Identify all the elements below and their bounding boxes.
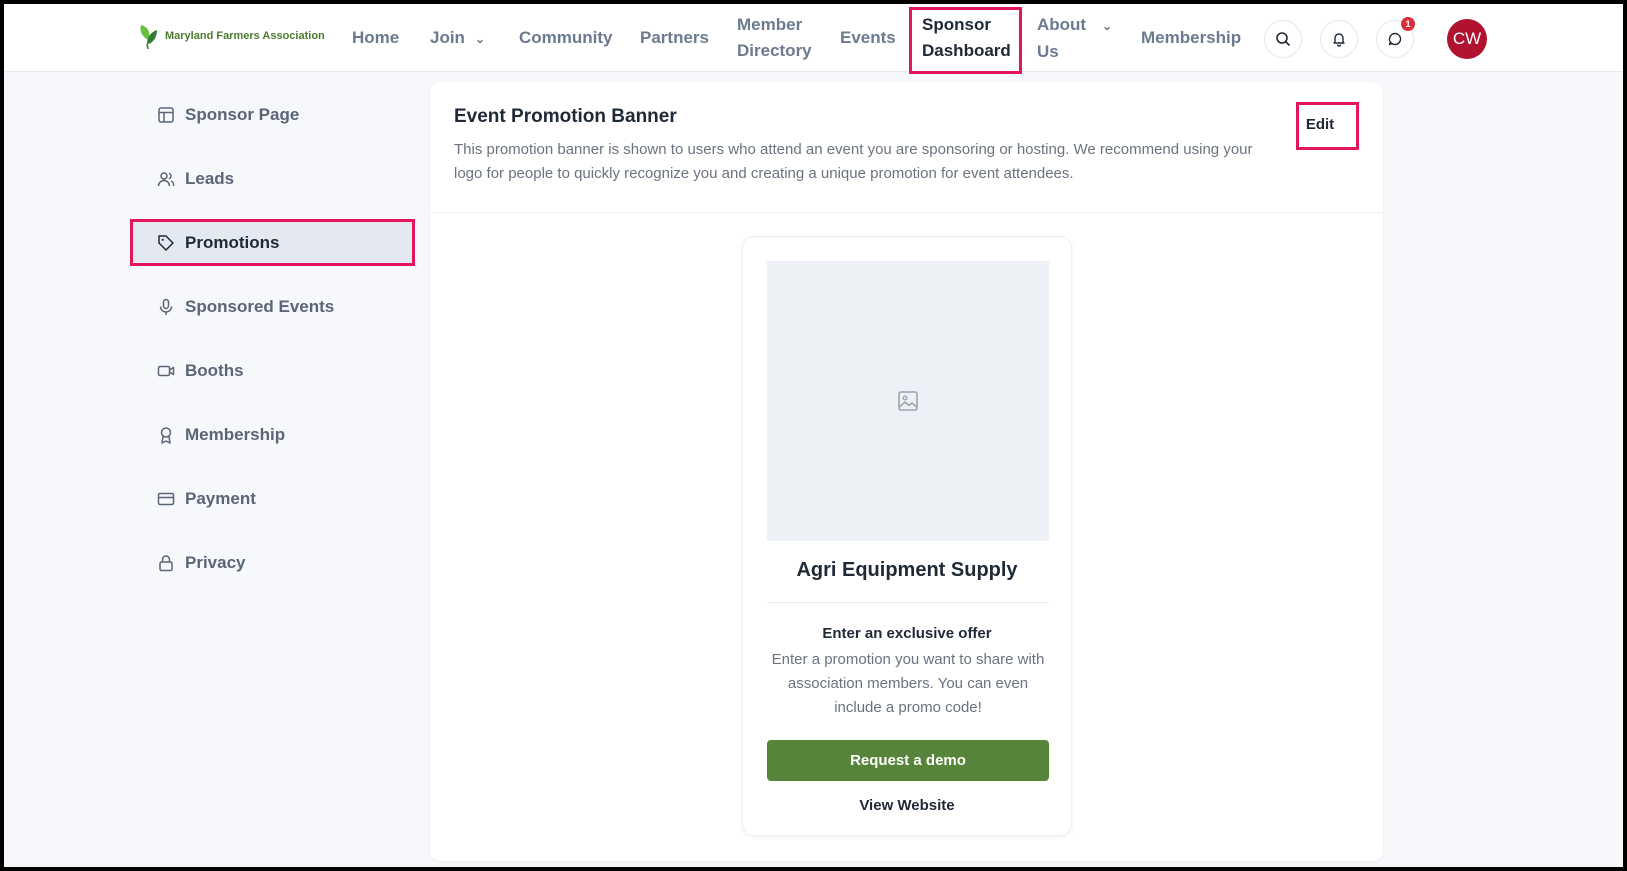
offer-title: Enter an exclusive offer bbox=[822, 625, 992, 642]
sidebar-item-label: Booths bbox=[185, 361, 244, 380]
chevron-down-icon: ⌄ bbox=[474, 31, 486, 46]
view-website-link[interactable]: View Website bbox=[743, 797, 1071, 814]
nav-join[interactable]: Join ⌄ bbox=[430, 25, 485, 52]
edit-button[interactable]: Edit bbox=[1292, 104, 1348, 144]
page-description: This promotion banner is shown to users … bbox=[454, 141, 1253, 182]
nav-community[interactable]: Community bbox=[519, 25, 613, 51]
sidebar-item-privacy[interactable]: Privacy bbox=[131, 541, 414, 585]
nav-member-directory-line1: Member bbox=[737, 15, 803, 34]
nav-join-label: Join bbox=[430, 28, 465, 47]
nav-sponsor-dashboard-line2: Dashboard bbox=[922, 41, 1011, 60]
search-icon bbox=[1276, 32, 1290, 46]
search-button[interactable] bbox=[1264, 20, 1302, 58]
leaf-logo-icon bbox=[140, 25, 157, 50]
sidebar-item-booths[interactable]: Booths bbox=[131, 349, 414, 393]
sidebar-item-membership[interactable]: Membership bbox=[131, 413, 414, 457]
offer-description: Enter a promotion you want to share with… bbox=[771, 651, 1045, 716]
credit-card-icon bbox=[157, 492, 175, 506]
nav-about-us[interactable]: About ⌄ Us bbox=[1037, 12, 1112, 65]
sidebar-item-label: Sponsored Events bbox=[185, 297, 335, 316]
chevron-down-icon: ⌄ bbox=[1102, 18, 1113, 33]
app-frame: Maryland Farmers Association Home Join ⌄ … bbox=[0, 0, 1627, 871]
message-count-badge: 1 bbox=[1401, 17, 1415, 31]
promotion-preview: Agri Equipment Supply Enter an exclusive… bbox=[742, 236, 1072, 836]
nav-sponsor-dashboard[interactable]: Sponsor Dashboard bbox=[922, 12, 1011, 64]
messages-button[interactable]: 1 bbox=[1376, 17, 1415, 58]
sidebar-item-label: Membership bbox=[185, 425, 286, 444]
nav-events[interactable]: Events bbox=[840, 25, 896, 51]
award-icon bbox=[160, 427, 172, 444]
sidebar-item-leads[interactable]: Leads bbox=[131, 157, 414, 201]
promotion-banner-card: Event Promotion Banner This promotion ba… bbox=[430, 82, 1383, 861]
promo-divider bbox=[767, 602, 1049, 603]
video-icon bbox=[157, 365, 175, 377]
sidebar-item-label: Leads bbox=[185, 169, 235, 188]
microphone-icon bbox=[159, 298, 173, 315]
sidebar-item-sponsor-page[interactable]: Sponsor Page bbox=[131, 93, 414, 137]
nav-member-directory[interactable]: Member Directory bbox=[737, 12, 812, 64]
nav-sponsor-dashboard-line1: Sponsor bbox=[922, 15, 991, 34]
request-demo-button[interactable]: Request a demo bbox=[767, 740, 1049, 781]
chat-icon bbox=[1388, 32, 1402, 46]
layout-icon bbox=[158, 107, 174, 123]
company-name: Agri Equipment Supply bbox=[796, 559, 1018, 581]
lock-icon bbox=[159, 555, 173, 572]
page-title: Event Promotion Banner bbox=[454, 106, 677, 127]
sidebar-item-label: Promotions bbox=[185, 233, 280, 252]
nav-membership[interactable]: Membership bbox=[1141, 25, 1241, 51]
sidebar-item-payment[interactable]: Payment bbox=[131, 477, 414, 521]
notifications-button[interactable] bbox=[1320, 20, 1358, 58]
logo-text: Maryland Farmers Association bbox=[165, 30, 325, 42]
image-icon bbox=[898, 391, 918, 411]
top-navigation: Maryland Farmers Association Home Join ⌄ … bbox=[4, 4, 1623, 74]
nav-partners[interactable]: Partners bbox=[640, 25, 709, 51]
promo-image-placeholder[interactable] bbox=[767, 261, 1049, 541]
users-icon bbox=[157, 172, 175, 187]
nav-about-us-line1: About ⌄ bbox=[1037, 12, 1112, 39]
sidebar-item-promotions[interactable]: Promotions bbox=[131, 221, 414, 265]
sidebar-item-sponsored-events[interactable]: Sponsored Events bbox=[131, 285, 414, 329]
tag-icon bbox=[158, 235, 174, 251]
sidebar-item-label: Payment bbox=[185, 489, 256, 508]
nav-member-directory-line2: Directory bbox=[737, 41, 812, 60]
user-avatar[interactable]: CW bbox=[1447, 19, 1487, 59]
card-divider bbox=[430, 212, 1383, 213]
sidebar-item-label: Sponsor Page bbox=[185, 105, 300, 124]
nav-about-us-line2: Us bbox=[1037, 41, 1059, 61]
association-logo[interactable]: Maryland Farmers Association bbox=[137, 22, 325, 50]
sidebar-item-label: Privacy bbox=[185, 553, 246, 572]
bell-icon bbox=[1333, 33, 1345, 47]
nav-home[interactable]: Home bbox=[352, 25, 399, 51]
